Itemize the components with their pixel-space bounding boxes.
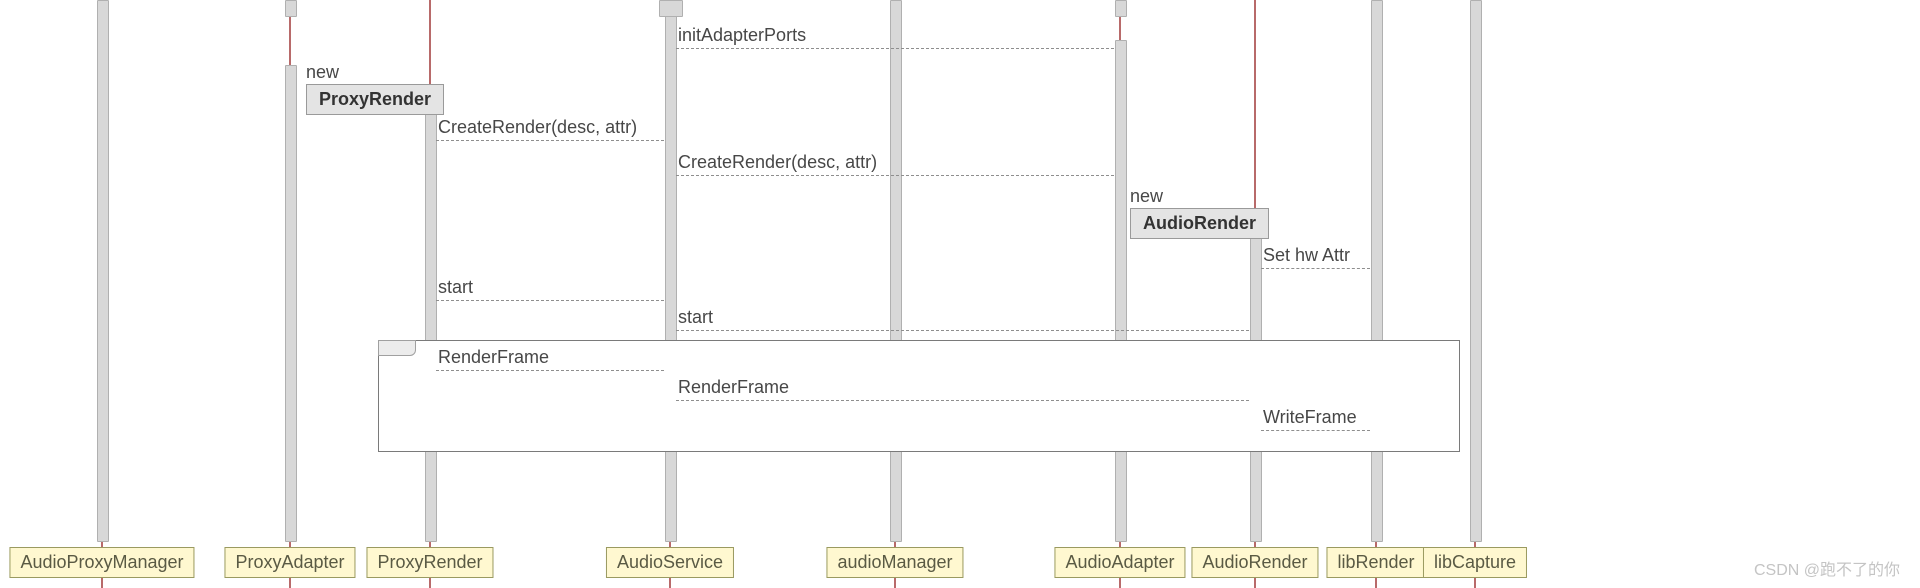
msg-label: initAdapterPorts: [678, 25, 806, 46]
participant-audio-adapter: AudioAdapter: [1054, 547, 1185, 578]
msg-label: RenderFrame: [678, 377, 789, 398]
activation-proxy-render: [425, 112, 437, 542]
msg-render-frame-2: RenderFrame: [676, 400, 1249, 401]
msg-create-render-2: CreateRender(desc, attr): [676, 175, 1114, 176]
activation-audio-adapter-a: [1115, 0, 1127, 17]
activation-proxy-adapter-b: [285, 65, 297, 542]
msg-write-frame: WriteFrame: [1261, 430, 1370, 431]
object-audio-render: AudioRender: [1130, 208, 1269, 239]
activation-lib-render-a: [1371, 0, 1383, 542]
sequence-diagram: AudioProxyManager ProxyAdapter ProxyRend…: [0, 0, 1920, 588]
activation-lib-capture: [1470, 0, 1482, 542]
msg-render-frame-1: RenderFrame: [436, 370, 664, 371]
participant-audio-service: AudioService: [606, 547, 734, 578]
participant-audio-proxy-manager: AudioProxyManager: [9, 547, 194, 578]
participant-lib-capture: libCapture: [1423, 547, 1527, 578]
msg-create-render-1: CreateRender(desc, attr): [436, 140, 664, 141]
loop-tab-icon: [378, 340, 416, 356]
participant-proxy-adapter: ProxyAdapter: [224, 547, 355, 578]
participant-audio-manager: audioManager: [826, 547, 963, 578]
participant-lib-render: libRender: [1326, 547, 1425, 578]
activation-audio-proxy-manager: [97, 0, 109, 542]
msg-set-hw-attr: Set hw Attr: [1261, 268, 1370, 269]
activation-proxy-adapter-a: [285, 0, 297, 17]
activation-audio-manager: [890, 0, 902, 542]
participant-audio-render: AudioRender: [1191, 547, 1318, 578]
msg-label: RenderFrame: [438, 347, 549, 368]
watermark: CSDN @跑不了的你: [1754, 556, 1900, 580]
object-proxy-render: ProxyRender: [306, 84, 444, 115]
msg-label: CreateRender(desc, attr): [678, 152, 877, 173]
activation-audio-service: [665, 0, 677, 542]
msg-label: Set hw Attr: [1263, 245, 1350, 266]
msg-label: start: [438, 277, 473, 298]
participant-proxy-render: ProxyRender: [366, 547, 493, 578]
msg-init-adapter-ports: initAdapterPorts: [676, 48, 1114, 49]
msg-start-1: start: [436, 300, 664, 301]
label-new-audio-render: new: [1130, 186, 1163, 207]
msg-label: WriteFrame: [1263, 407, 1357, 428]
msg-start-2: start: [676, 330, 1249, 331]
msg-label: start: [678, 307, 713, 328]
activation-audio-service-top: [659, 0, 683, 17]
label-new-proxy-render: new: [306, 62, 339, 83]
activation-audio-adapter-b: [1115, 40, 1127, 542]
msg-label: CreateRender(desc, attr): [438, 117, 637, 138]
